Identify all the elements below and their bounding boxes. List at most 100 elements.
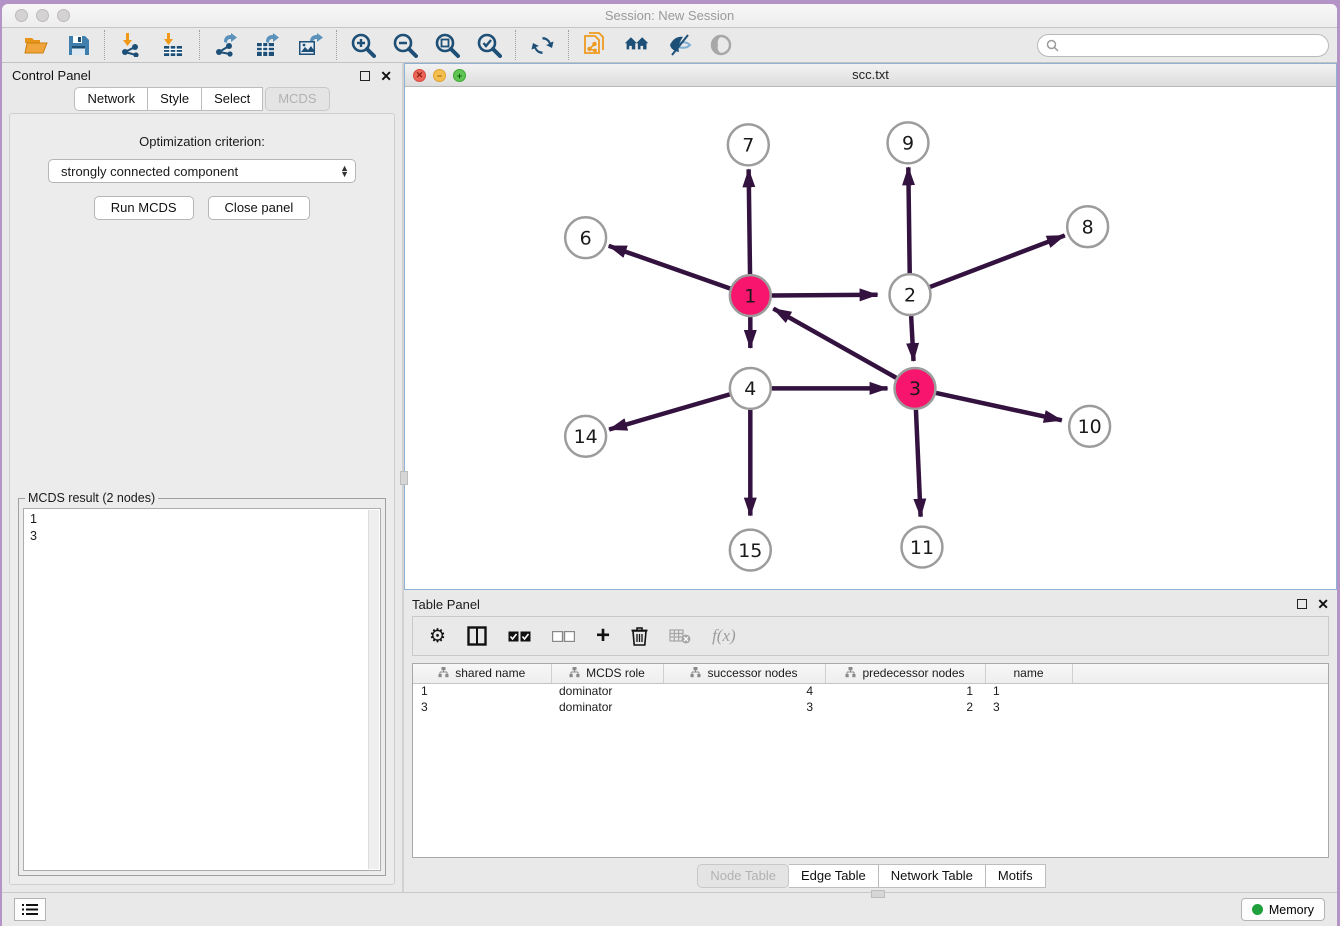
export-table-icon[interactable] — [255, 32, 281, 58]
close-view-icon[interactable]: ✕ — [413, 69, 426, 82]
delete-icon[interactable] — [631, 624, 648, 648]
optimization-criterion-label: Optimization criterion: — [18, 134, 386, 149]
network-view-title: scc.txt — [405, 64, 1336, 86]
tab-edge-table[interactable]: Edge Table — [789, 864, 879, 888]
tab-select[interactable]: Select — [202, 87, 263, 111]
function-builder-icon[interactable]: f(x) — [712, 624, 736, 648]
select-all-icon[interactable] — [508, 624, 531, 648]
home-views-icon[interactable] — [624, 32, 650, 58]
memory-button[interactable]: Memory — [1241, 898, 1325, 921]
maximize-window-icon[interactable] — [57, 9, 70, 22]
export-network-icon[interactable] — [213, 32, 239, 58]
mcds-result-text[interactable]: 1 3 — [23, 508, 381, 871]
node-label-6: 6 — [580, 228, 592, 250]
node-label-1: 1 — [744, 285, 756, 307]
node-label-9: 9 — [902, 133, 914, 155]
import-table-icon[interactable] — [160, 32, 186, 58]
main-toolbar — [2, 28, 1337, 63]
search-input[interactable] — [1059, 38, 1320, 52]
close-panel-button[interactable]: Close panel — [208, 196, 311, 220]
save-icon[interactable] — [65, 32, 91, 58]
table-header-row: shared name MCDS role successor nodes pr… — [413, 664, 1328, 683]
edge-2-9[interactable] — [908, 167, 909, 273]
table-panel: Table Panel ✕ ⚙ — [404, 590, 1337, 892]
panel-splitter-handle[interactable] — [400, 471, 408, 485]
tab-motifs[interactable]: Motifs — [986, 864, 1046, 888]
edge-1-2[interactable] — [772, 295, 878, 296]
float-table-panel-icon[interactable] — [1297, 599, 1307, 609]
task-history-button[interactable] — [14, 898, 46, 921]
horizontal-splitter-handle[interactable] — [871, 890, 885, 898]
table-panel-title: Table Panel — [412, 597, 480, 612]
table-tabs: Node Table Edge Table Network Table Moti… — [412, 858, 1329, 888]
search-box[interactable] — [1037, 34, 1329, 57]
zoom-out-icon[interactable] — [392, 32, 418, 58]
control-panel-tabs: Network Style Select MCDS — [2, 88, 402, 111]
tab-network-table[interactable]: Network Table — [879, 864, 986, 888]
add-icon[interactable]: + — [596, 624, 610, 648]
app-window: Session: New Session — [2, 4, 1337, 926]
edge-3-10[interactable] — [936, 393, 1062, 420]
search-icon — [1046, 39, 1059, 52]
mcds-result-group: MCDS result (2 nodes) 1 3 — [18, 498, 386, 876]
window-title: Session: New Session — [2, 4, 1337, 27]
edge-2-3[interactable] — [911, 316, 913, 361]
edge-1-6[interactable] — [609, 246, 730, 289]
col-filler — [1072, 664, 1328, 683]
delete-table-icon[interactable] — [669, 624, 691, 648]
node-table[interactable]: shared name MCDS role successor nodes pr… — [412, 663, 1329, 858]
run-mcds-button[interactable]: Run MCDS — [94, 196, 194, 220]
table-row[interactable]: 3 dominator 3 2 3 — [413, 699, 1328, 715]
col-name[interactable]: name — [985, 664, 1072, 683]
zoom-fit-icon[interactable] — [434, 32, 460, 58]
tab-node-table[interactable]: Node Table — [697, 864, 789, 888]
edge-2-8[interactable] — [930, 235, 1065, 286]
chevron-up-down-icon: ▲▼ — [340, 165, 349, 177]
gear-icon[interactable]: ⚙ — [429, 624, 446, 648]
clone-network-icon[interactable] — [582, 32, 608, 58]
edge-3-11[interactable] — [916, 410, 921, 517]
edge-1-7[interactable] — [749, 169, 750, 274]
open-folder-icon[interactable] — [23, 32, 49, 58]
node-label-14: 14 — [574, 426, 598, 448]
column-view-icon[interactable] — [467, 624, 487, 648]
shared-column-icon — [438, 667, 449, 678]
maximize-view-icon[interactable]: + — [453, 69, 466, 82]
edge-4-14[interactable] — [609, 394, 730, 429]
node-label-11: 11 — [910, 537, 934, 559]
col-mcds-role[interactable]: MCDS role — [551, 664, 663, 683]
optimization-criterion-value: strongly connected component — [61, 164, 238, 179]
window-titlebar: Session: New Session — [2, 4, 1337, 28]
zoom-in-icon[interactable] — [350, 32, 376, 58]
edge-3-1[interactable] — [773, 309, 896, 378]
close-window-icon[interactable] — [15, 9, 28, 22]
col-successor-nodes[interactable]: successor nodes — [663, 664, 825, 683]
graphics-details-icon[interactable] — [666, 32, 692, 58]
optimization-criterion-select[interactable]: strongly connected component ▲▼ — [48, 159, 356, 183]
node-label-8: 8 — [1082, 217, 1094, 239]
mcds-result-title: MCDS result (2 nodes) — [25, 491, 158, 505]
network-graph: 7968124314101511 — [405, 87, 1336, 589]
deselect-all-icon[interactable] — [552, 624, 575, 648]
refresh-layout-icon[interactable] — [529, 32, 555, 58]
col-predecessor-nodes[interactable]: predecessor nodes — [825, 664, 985, 683]
col-shared-name[interactable]: shared name — [413, 664, 551, 683]
birds-eye-icon[interactable] — [708, 32, 734, 58]
import-network-icon[interactable] — [118, 32, 144, 58]
tab-mcds[interactable]: MCDS — [265, 87, 329, 111]
table-row[interactable]: 1 dominator 4 1 1 — [413, 683, 1328, 699]
export-image-icon[interactable] — [297, 32, 323, 58]
float-panel-icon[interactable] — [360, 71, 370, 81]
network-canvas[interactable]: 7968124314101511 — [405, 87, 1336, 589]
node-label-10: 10 — [1078, 416, 1102, 438]
zoom-selected-icon[interactable] — [476, 32, 502, 58]
close-table-panel-icon[interactable]: ✕ — [1317, 599, 1329, 609]
tab-style[interactable]: Style — [148, 87, 202, 111]
tab-network[interactable]: Network — [74, 87, 148, 111]
minimize-window-icon[interactable] — [36, 9, 49, 22]
close-panel-icon[interactable]: ✕ — [380, 71, 392, 81]
result-scrollbar[interactable] — [368, 510, 379, 869]
minimize-view-icon[interactable]: − — [433, 69, 446, 82]
memory-label: Memory — [1269, 903, 1314, 917]
node-label-15: 15 — [738, 540, 762, 562]
